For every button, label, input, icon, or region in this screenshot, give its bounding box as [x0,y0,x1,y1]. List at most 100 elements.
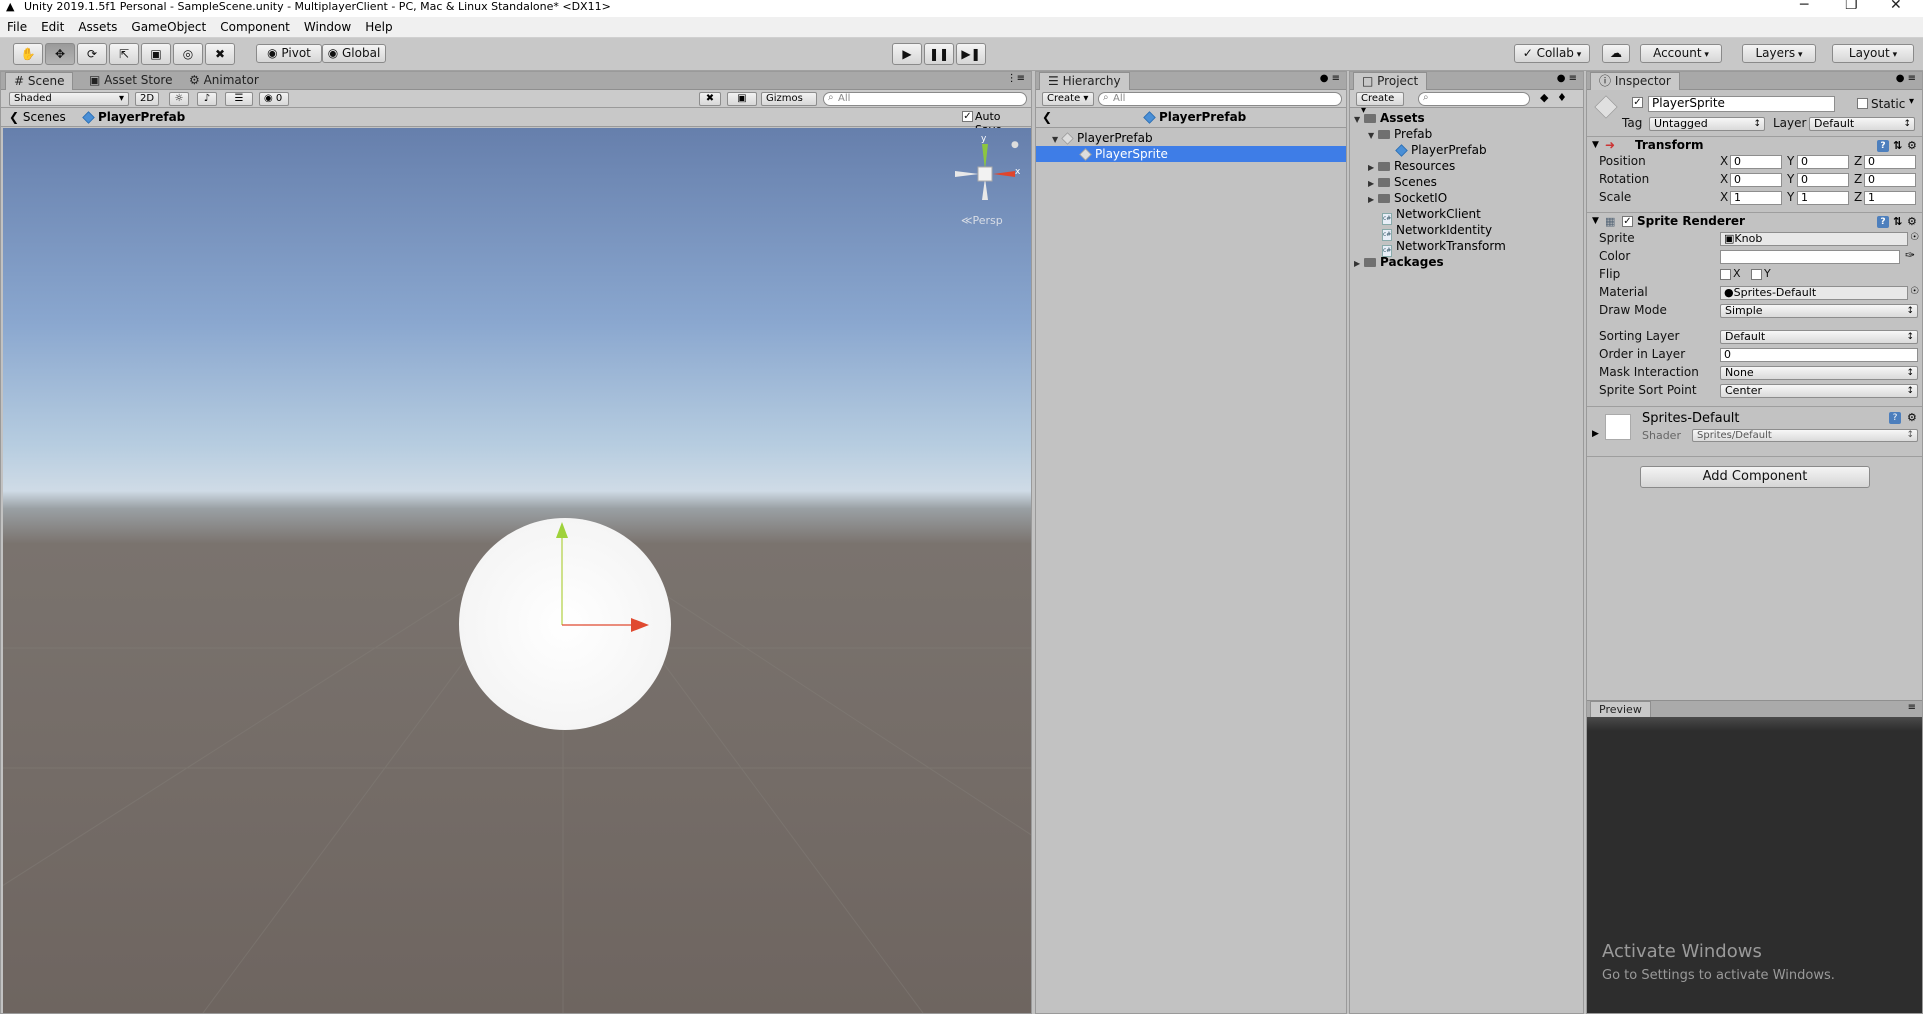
global-button[interactable]: ◉ Global [322,44,386,63]
move-gizmo[interactable] [3,128,1031,1013]
project-item-packages[interactable]: ▶ Packages [1350,254,1583,270]
move-tool-button[interactable]: ✥ [45,43,75,65]
scene-viewport[interactable]: y x ● ≪Persp [3,128,1031,1013]
2d-toggle[interactable]: 2D [135,92,159,106]
position-x-input[interactable]: 0 [1730,155,1782,169]
play-button[interactable]: ▶ [892,43,922,65]
mask-interaction-dropdown[interactable]: None [1720,366,1918,380]
breadcrumb-scenes[interactable]: ❮ Scenes [9,110,66,124]
gear-icon[interactable]: ⚙ [1907,137,1917,154]
flip-x-checkbox[interactable] [1720,269,1731,280]
tab-asset-store[interactable]: ▣ Asset Store [81,72,181,90]
tab-animator[interactable]: ⚙ Animator [181,72,267,90]
rotation-z-input[interactable]: 0 [1864,173,1916,187]
sorting-layer-dropdown[interactable]: Default [1720,330,1918,344]
flip-y-checkbox[interactable] [1751,269,1762,280]
transform-tool-button[interactable]: ◎ [173,43,203,65]
transform-header[interactable]: ▼ ➜ Transform ? ⇅ ⚙ [1587,136,1922,154]
project-item-networkidentity[interactable]: c# NetworkIdentity [1350,222,1583,241]
hierarchy-item-playersprite[interactable]: PlayerSprite [1036,146,1346,162]
scene-tools-button[interactable]: ✖ [699,92,721,106]
help-icon[interactable]: ? [1889,412,1901,424]
static-checkbox[interactable] [1857,98,1868,109]
tab-scene[interactable]: # Scene [5,72,74,90]
project-item-resources[interactable]: ▶ Resources [1350,158,1583,174]
color-swatch[interactable] [1720,250,1900,264]
project-item-networktransform[interactable]: c# NetworkTransform [1350,238,1583,257]
scale-y-input[interactable]: 1 [1797,191,1849,205]
active-checkbox[interactable]: ✓ [1632,97,1643,108]
position-z-input[interactable]: 0 [1864,155,1916,169]
shader-dropdown[interactable]: Sprites/Default [1692,429,1918,442]
menu-file[interactable]: File [0,17,34,37]
eyedropper-icon[interactable]: ✑ [1905,248,1915,262]
tab-inspector[interactable]: ⓘ Inspector [1590,72,1680,90]
menu-window[interactable]: Window [297,17,358,37]
panel-menu-icon[interactable]: ≡ [1908,702,1916,713]
account-dropdown[interactable]: Account [1640,44,1722,63]
perspective-toggle[interactable]: ≪Persp [961,214,1003,227]
gear-icon[interactable]: ⚙ [1907,411,1917,424]
shading-mode-dropdown[interactable]: Shaded ▾ [9,92,129,106]
pivot-button[interactable]: ◉ Pivot [256,44,322,63]
hidden-objects-toggle[interactable]: ◉ 0 [259,92,289,106]
panel-menu-icon[interactable]: ● ≡ [1320,73,1340,84]
scale-z-input[interactable]: 1 [1864,191,1916,205]
preset-icon[interactable]: ⇅ [1893,213,1902,230]
tab-preview[interactable]: Preview [1590,701,1651,717]
project-item-networkclient[interactable]: c# NetworkClient [1350,206,1583,225]
project-item-socketio[interactable]: ▶ SocketIO [1350,190,1583,206]
step-button[interactable]: ▶❚ [956,43,986,65]
project-search-input[interactable] [1418,92,1530,106]
lock-icon[interactable]: ● [1011,140,1019,150]
minimize-button[interactable]: ─ [1800,0,1808,12]
filter-label-icon[interactable]: ♦ [1557,91,1567,104]
project-item-scenes[interactable]: ▶ Scenes [1350,174,1583,190]
collapse-icon[interactable]: ▶ [1592,429,1599,439]
tab-hierarchy[interactable]: ☰ Hierarchy [1039,72,1130,90]
project-item-assets[interactable]: ▼ Assets [1350,110,1583,126]
menu-component[interactable]: Component [213,17,297,37]
rotation-y-input[interactable]: 0 [1797,173,1849,187]
object-picker-icon[interactable]: ☉ [1910,286,1919,297]
hand-tool-button[interactable]: ✋ [13,43,43,65]
camera-dropdown[interactable]: ▣ [727,92,757,106]
object-name-input[interactable]: PlayerSprite [1648,96,1835,112]
pause-button[interactable]: ❚❚ [924,43,954,65]
hierarchy-back-icon[interactable]: ❮ [1042,110,1052,124]
audio-toggle[interactable]: ♪ [197,92,217,106]
collab-dropdown[interactable]: ✓ Collab [1514,44,1590,63]
rotation-x-input[interactable]: 0 [1730,173,1782,187]
menu-edit[interactable]: Edit [34,17,71,37]
breadcrumb-prefab[interactable]: PlayerPrefab [82,110,185,124]
help-icon[interactable]: ? [1877,140,1889,152]
panel-menu-icon[interactable]: ⋮≡ [1007,73,1025,84]
gizmos-dropdown[interactable]: Gizmos [761,92,817,106]
cloud-button[interactable]: ☁ [1602,44,1630,63]
rotate-tool-button[interactable]: ⟳ [77,43,107,65]
layout-dropdown[interactable]: Layout [1832,44,1914,63]
material-field[interactable]: ●Sprites-Default [1720,286,1908,300]
position-y-input[interactable]: 0 [1797,155,1849,169]
sprite-field[interactable]: ▣Knob [1720,232,1908,246]
collapse-icon[interactable]: ▼ [1592,137,1599,154]
menu-assets[interactable]: Assets [71,17,124,37]
panel-menu-icon[interactable]: ● ≡ [1896,73,1916,84]
tab-project[interactable]: □ Project [1353,72,1428,90]
menu-gameobject[interactable]: GameObject [124,17,213,37]
menu-help[interactable]: Help [358,17,399,37]
object-picker-icon[interactable]: ☉ [1910,232,1919,243]
scale-x-input[interactable]: 1 [1730,191,1782,205]
sprite-renderer-header[interactable]: ▼ ▦ ✓ Sprite Renderer ? ⇅ ⚙ [1587,212,1922,230]
layer-dropdown[interactable]: Default [1809,117,1915,131]
orientation-gizmo[interactable]: y x ● ≪Persp [949,134,1029,228]
scale-tool-button[interactable]: ⇱ [109,43,139,65]
autosave-checkbox[interactable]: ✓ [962,111,973,122]
help-icon[interactable]: ? [1877,216,1889,228]
layers-dropdown[interactable]: Layers [1742,44,1816,63]
maximize-button[interactable]: ❐ [1845,0,1858,12]
sprite-renderer-enabled-checkbox[interactable]: ✓ [1622,216,1633,227]
hierarchy-item-playerprefab[interactable]: ▼ PlayerPrefab [1036,130,1346,146]
rect-tool-button[interactable]: ▣ [141,43,171,65]
tag-dropdown[interactable]: Untagged [1649,117,1765,131]
